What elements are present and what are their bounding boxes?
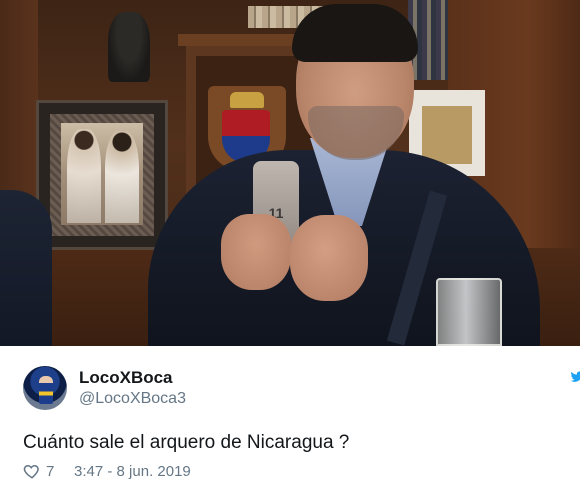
water-glass [436,278,502,346]
tweet-card: LocoXBoca @LocoXBoca3 Cuánto sale el arq… [0,346,580,499]
photo-figure-right [105,131,139,223]
user-handle[interactable]: @LocoXBoca3 [79,390,186,408]
time: 3:47 [74,463,104,480]
display-name[interactable]: LocoXBoca [79,368,173,388]
heart-outline-icon[interactable] [23,462,41,480]
frame-mat [50,114,154,236]
right-hand [290,215,368,301]
twitter-bird-icon[interactable] [570,370,580,384]
old-photo-image [61,123,143,225]
date: 8 jun. 2019 [116,463,191,480]
tweet-text: Cuánto sale el arquero de Nicaragua ? [23,432,350,453]
avatar[interactable] [23,366,67,410]
photo-figure-left [67,129,101,223]
man-hair [292,4,418,62]
like-count[interactable]: 7 [46,463,54,480]
person-partial-left [0,190,52,346]
meme-photo: 11 [0,0,580,346]
avatar-player-figure [39,376,53,404]
timestamp[interactable]: 3:47 - 8 jun. 2019 [74,463,191,480]
left-hand [221,214,291,290]
bust-statue [108,12,150,82]
date-separator: - [103,463,117,480]
